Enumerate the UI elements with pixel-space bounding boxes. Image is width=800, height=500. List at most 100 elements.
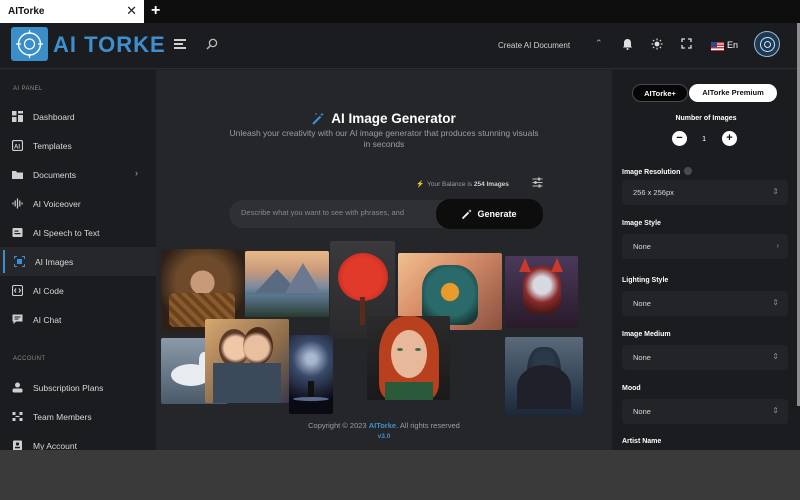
- plan-aitorke-plus-button[interactable]: AITorke+: [632, 84, 688, 102]
- mood-value: None: [633, 407, 651, 416]
- info-icon[interactable]: [684, 167, 693, 175]
- page-header: AI Image Generator: [156, 110, 612, 128]
- sidebar-item-ai-chat[interactable]: AI Chat: [0, 305, 156, 334]
- language-selector[interactable]: En: [727, 40, 738, 50]
- robot-fox-image[interactable]: [505, 256, 578, 328]
- sidebar-item-label: AI Chat: [33, 315, 62, 325]
- image-style-label: Image Style: [622, 220, 661, 227]
- prompt-input[interactable]: [241, 208, 441, 217]
- image-medium-select[interactable]: None ⇕: [622, 345, 788, 370]
- mood-label: Mood: [622, 385, 641, 392]
- sidebar-item-label: Team Members: [33, 412, 92, 422]
- settings-sliders-icon[interactable]: [532, 177, 543, 188]
- mood-select[interactable]: None ⇕: [622, 399, 788, 424]
- chevron-right-icon: ›: [776, 241, 779, 250]
- sidebar-section-account: ACCOUNT: [13, 356, 46, 362]
- magic-wand-icon: [312, 112, 325, 125]
- sidebar-item-documents[interactable]: Documents ›: [0, 160, 156, 189]
- generate-button-label: Generate: [477, 209, 517, 219]
- lighting-style-select[interactable]: None ⇕: [622, 291, 788, 316]
- sidebar-item-team-members[interactable]: Team Members: [0, 402, 156, 431]
- speech-icon: [12, 228, 23, 237]
- redhead-portrait-image[interactable]: [367, 316, 450, 400]
- sidebar-item-subscription-plans[interactable]: Subscription Plans: [0, 373, 156, 402]
- sidebar-item-label: AI Code: [33, 286, 64, 296]
- folder-icon: [12, 171, 23, 179]
- templates-icon: AI: [12, 140, 23, 151]
- version-label: v3.0: [377, 433, 391, 440]
- sidebar-item-label: Dashboard: [33, 112, 75, 122]
- fullscreen-icon[interactable]: [681, 38, 692, 49]
- plan-aitorke-premium-button[interactable]: AITorke Premium: [689, 84, 777, 102]
- main-content: AI Image Generator Unleash your creativi…: [156, 70, 612, 450]
- balance-value: 254 Images: [473, 181, 509, 188]
- magic-wand-icon: [462, 209, 473, 220]
- page-title: AI Image Generator: [312, 111, 456, 126]
- team-icon: [12, 412, 23, 421]
- image-medium-value: None: [633, 353, 651, 362]
- lighting-style-label: Lighting Style: [622, 277, 669, 284]
- browser-tab[interactable]: AITorke ✕: [0, 0, 144, 23]
- chevron-right-icon: ›: [135, 168, 138, 178]
- increase-images-button[interactable]: +: [722, 131, 737, 146]
- sidebar-item-my-account[interactable]: My Account: [0, 431, 156, 450]
- logo-icon[interactable]: [11, 27, 48, 61]
- sidebar-item-label: My Account: [33, 441, 77, 450]
- app: AI TORKE Create AI Document ⌃ En AI PANE…: [0, 23, 800, 450]
- theme-toggle-icon[interactable]: [651, 38, 663, 50]
- chevron-down-icon[interactable]: ⌃: [595, 38, 603, 49]
- select-arrows-icon: ⇕: [772, 298, 779, 307]
- settings-panel: AITorke+ AITorke Premium Number of Image…: [612, 70, 800, 450]
- sidebar-item-label: AI Images: [35, 257, 74, 267]
- sidebar-item-ai-code[interactable]: AI Code: [0, 276, 156, 305]
- menu-icon[interactable]: [174, 39, 186, 51]
- chat-icon: [12, 314, 23, 324]
- avatar[interactable]: [754, 31, 780, 57]
- sidebar-item-ai-speech-to-text[interactable]: AI Speech to Text: [0, 218, 156, 247]
- page-title-text: AI Image Generator: [331, 111, 456, 126]
- svg-text:AI: AI: [14, 144, 20, 150]
- image-icon: [14, 256, 25, 267]
- close-tab-icon[interactable]: ✕: [126, 3, 137, 19]
- browser-tab-bar: AITorke ✕ +: [0, 0, 800, 23]
- sidebar-item-label: Documents: [33, 170, 76, 180]
- top-bar: AI TORKE Create AI Document ⌃ En: [0, 23, 800, 69]
- new-tab-button[interactable]: +: [151, 2, 160, 20]
- image-resolution-value: 256 x 256px: [633, 188, 674, 197]
- waveform-icon: [12, 198, 23, 209]
- select-arrows-icon: ⇕: [772, 187, 779, 196]
- balance-prefix: Your Balance is: [427, 181, 473, 188]
- copyright-brand-link[interactable]: AITorke: [369, 421, 396, 430]
- sidebar-item-label: Subscription Plans: [33, 383, 104, 393]
- mountain-lake-image[interactable]: [245, 251, 329, 317]
- cosmic-figure-image[interactable]: [289, 335, 333, 414]
- couple-kiss-image[interactable]: [205, 319, 289, 403]
- sidebar-section-ai-panel: AI PANEL: [13, 86, 43, 92]
- dark-knight-image[interactable]: [505, 337, 583, 415]
- sidebar-item-ai-images[interactable]: AI Images: [0, 247, 156, 276]
- sidebar-item-label: Templates: [33, 141, 72, 151]
- image-style-select[interactable]: None ›: [622, 234, 788, 259]
- us-flag-icon[interactable]: [711, 42, 724, 51]
- copyright-prefix: Copyright © 2023: [308, 421, 367, 430]
- create-document-dropdown[interactable]: Create AI Document: [498, 41, 570, 50]
- generate-button[interactable]: Generate: [436, 199, 543, 229]
- balance-text: ⚡ Your Balance is 254 Images: [416, 180, 509, 188]
- sidebar-item-label: AI Speech to Text: [33, 228, 100, 238]
- sidebar-item-templates[interactable]: AI Templates: [0, 131, 156, 160]
- image-resolution-select[interactable]: 256 x 256px ⇕: [622, 180, 788, 205]
- bell-icon[interactable]: [622, 38, 633, 50]
- code-icon: [12, 285, 23, 296]
- browser-tab-title: AITorke: [8, 6, 45, 17]
- search-icon[interactable]: [206, 38, 218, 50]
- account-icon: [13, 440, 22, 450]
- sidebar-item-ai-voiceover[interactable]: AI Voiceover: [0, 189, 156, 218]
- dashboard-icon: [12, 111, 23, 122]
- sidebar-item-label: AI Voiceover: [33, 199, 81, 209]
- decrease-images-button[interactable]: −: [672, 131, 687, 146]
- sidebar-item-dashboard[interactable]: Dashboard: [0, 102, 156, 131]
- logo-text[interactable]: AI TORKE: [53, 32, 166, 58]
- select-arrows-icon: ⇕: [772, 352, 779, 361]
- lightning-icon: ⚡: [416, 181, 425, 188]
- number-of-images-label: Number of Images: [675, 115, 737, 122]
